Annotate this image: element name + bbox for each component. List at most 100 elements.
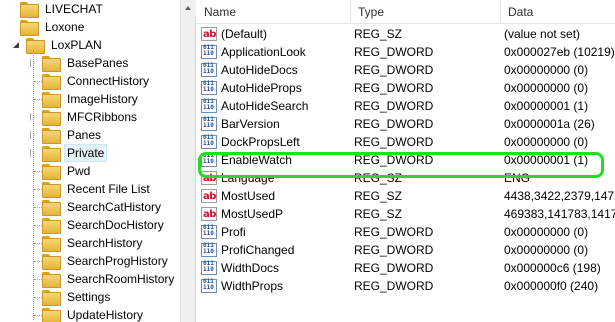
- tree-node-searchdochistory[interactable]: SearchDocHistory: [28, 216, 166, 234]
- dword-value-icon: [201, 153, 217, 167]
- tree-node-updatehistory[interactable]: UpdateHistory: [28, 306, 145, 322]
- table-row[interactable]: Language REG_SZ ENG: [197, 169, 615, 187]
- table-row[interactable]: AutoHideSearch REG_DWORD 0x00000001 (1): [197, 97, 615, 115]
- string-value-icon: [201, 170, 217, 187]
- value-name: AutoHideProps: [221, 81, 302, 95]
- table-row[interactable]: ApplicationLook REG_DWORD 0x000027eb (1021…: [197, 43, 615, 61]
- value-name: MostUsedP: [221, 207, 284, 221]
- folder-icon: [42, 110, 61, 126]
- expanded-arrow-icon[interactable]: [12, 40, 22, 50]
- dword-value-icon: [201, 225, 217, 239]
- table-row[interactable]: MostUsedP REG_SZ 469383,141783,141718: [197, 205, 615, 223]
- table-row[interactable]: Profi REG_DWORD 0x00000000 (0): [197, 223, 615, 241]
- tree-node-private[interactable]: Private: [28, 144, 108, 162]
- dword-value-icon: [201, 99, 217, 113]
- tree-node-label: Loxone: [45, 20, 85, 34]
- value-name: ProfiChanged: [221, 243, 295, 257]
- tree-connector-line: [34, 261, 42, 262]
- value-name-cell: BarVersion: [201, 115, 351, 133]
- registry-key-tree[interactable]: LIVECHAT Loxone LoxPLAN BasePanes ConnectHis…: [0, 0, 180, 322]
- folder-icon: [42, 164, 61, 180]
- value-name: MostUsed: [221, 189, 276, 203]
- tree-node-searchhistory[interactable]: SearchHistory: [28, 234, 144, 252]
- tree-node-mfcribbons[interactable]: MFCRibbons: [28, 108, 139, 126]
- table-row[interactable]: ProfiChanged REG_DWORD 0x00000000 (0): [197, 241, 615, 259]
- tree-node-label: BasePanes: [67, 56, 129, 70]
- value-data: ENG: [504, 171, 531, 185]
- value-type: REG_DWORD: [354, 99, 434, 113]
- table-row[interactable]: MostUsed REG_SZ 4438,3422,2379,1475,1: [197, 187, 615, 205]
- tree-node-loxone[interactable]: Loxone: [6, 18, 86, 36]
- value-data: 0x000000f0 (240): [504, 279, 599, 293]
- value-data: 0x00000000 (0): [504, 243, 589, 257]
- tree-connector-line: [34, 207, 42, 208]
- tree-connector-line: [34, 99, 42, 100]
- table-row[interactable]: DockPropsLeft REG_DWORD 0x00000000 (0): [197, 133, 615, 151]
- tree-node-label: Panes: [67, 128, 102, 142]
- registry-values-list[interactable]: Name Type Data (Default) REG_SZ (value not…: [197, 0, 615, 322]
- folder-icon: [42, 128, 61, 144]
- value-data: 0x000000c6 (198): [504, 261, 601, 275]
- column-header-data[interactable]: Data: [501, 0, 615, 24]
- value-type: REG_DWORD: [354, 279, 434, 293]
- value-data: 0x00000000 (0): [504, 135, 589, 149]
- value-type: REG_DWORD: [354, 243, 434, 257]
- value-type: REG_DWORD: [354, 135, 434, 149]
- value-data: 0x000027eb (10219): [504, 45, 615, 59]
- table-row[interactable]: AutoHideProps REG_DWORD 0x00000000 (0): [197, 79, 615, 97]
- tree-node-searchroomhistory[interactable]: SearchRoomHistory: [28, 270, 176, 288]
- value-name: ApplicationLook: [221, 45, 306, 59]
- folder-icon: [20, 2, 39, 18]
- tree-node-label: Private: [63, 144, 108, 162]
- table-row[interactable]: (Default) REG_SZ (value not set): [197, 25, 615, 43]
- value-type: REG_DWORD: [354, 45, 434, 59]
- folder-icon: [42, 56, 61, 72]
- value-name: AutoHideDocs: [221, 63, 298, 77]
- tree-node-connecthistory[interactable]: ConnectHistory: [28, 72, 151, 90]
- value-type: REG_SZ: [354, 189, 403, 203]
- string-value-icon: [201, 188, 217, 205]
- table-row[interactable]: EnableWatch REG_DWORD 0x00000001 (1): [197, 151, 615, 169]
- column-header-name[interactable]: Name: [197, 0, 351, 24]
- table-row[interactable]: BarVersion REG_DWORD 0x0000001a (26): [197, 115, 615, 133]
- value-name-cell: WidthProps: [201, 277, 351, 295]
- table-row[interactable]: AutoHideDocs REG_DWORD 0x00000000 (0): [197, 61, 615, 79]
- value-name: (Default): [221, 27, 268, 41]
- dword-value-icon: [201, 81, 217, 95]
- tree-node-label: SearchRoomHistory: [67, 272, 175, 286]
- tree-node-panes[interactable]: Panes: [28, 126, 103, 144]
- value-type: REG_SZ: [354, 207, 403, 221]
- value-type: REG_DWORD: [354, 261, 434, 275]
- value-name: WidthDocs: [221, 261, 280, 275]
- string-value-icon: [201, 206, 217, 223]
- tree-node-imagehistory[interactable]: ImageHistory: [28, 90, 140, 108]
- value-name-cell: WidthDocs: [201, 259, 351, 277]
- column-header-type[interactable]: Type: [351, 0, 501, 24]
- value-name-cell: DockPropsLeft: [201, 133, 351, 151]
- dword-value-icon: [201, 261, 217, 275]
- table-row[interactable]: WidthDocs REG_DWORD 0x000000c6 (198): [197, 259, 615, 277]
- tree-vertical-scrollbar[interactable]: [180, 0, 196, 322]
- value-data: 0x00000000 (0): [504, 225, 589, 239]
- dword-value-icon: [201, 63, 217, 77]
- tree-node-recent-file-list[interactable]: Recent File List: [28, 180, 152, 198]
- tree-node-searchproghistory[interactable]: SearchProgHistory: [28, 252, 170, 270]
- tree-connector-line: [34, 315, 42, 316]
- value-data: 469383,141783,141718: [504, 207, 615, 221]
- value-type: REG_DWORD: [354, 81, 434, 95]
- value-name: Language: [221, 171, 275, 185]
- scroll-up-arrow-icon[interactable]: [181, 0, 196, 17]
- tree-node-loxplan[interactable]: LoxPLAN: [12, 36, 104, 54]
- folder-icon: [42, 254, 61, 270]
- folder-icon: [42, 308, 61, 322]
- dword-value-icon: [201, 279, 217, 293]
- value-type: REG_SZ: [354, 171, 403, 185]
- dword-value-icon: [201, 135, 217, 149]
- value-data: (value not set): [504, 27, 581, 41]
- tree-node-livechat[interactable]: LIVECHAT: [6, 0, 105, 18]
- table-row[interactable]: WidthProps REG_DWORD 0x000000f0 (240): [197, 277, 615, 295]
- value-name: WidthProps: [221, 279, 284, 293]
- tree-node-searchcathistory[interactable]: SearchCatHistory: [28, 198, 163, 216]
- tree-node-basepanes[interactable]: BasePanes: [28, 54, 130, 72]
- folder-icon: [20, 20, 39, 36]
